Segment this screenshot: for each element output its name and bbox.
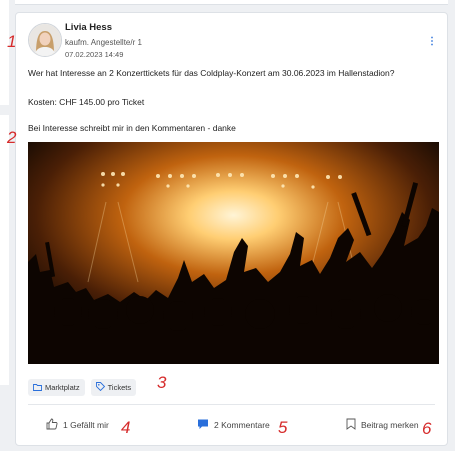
annotation-marker: 6 bbox=[422, 419, 432, 438]
thumbs-up-icon bbox=[46, 418, 58, 432]
tag-tickets[interactable]: Tickets bbox=[90, 379, 137, 396]
annotation-marker: 5 bbox=[278, 418, 288, 437]
post-text-line: Kosten: CHF 145.00 pro Ticket bbox=[28, 97, 145, 107]
avatar[interactable] bbox=[28, 23, 62, 57]
comments-button[interactable]: 2 Kommentare bbox=[197, 418, 270, 432]
bookmark-icon bbox=[346, 418, 356, 432]
like-label: 1 Gefällt mir bbox=[63, 420, 109, 430]
post-card: Livia Hess kaufm. Angestellte/r 1 07.02.… bbox=[15, 12, 448, 446]
post-text-line: Wer hat Interesse an 2 Konzerttickets fü… bbox=[28, 68, 395, 78]
folder-icon bbox=[33, 383, 42, 393]
left-panel-edge bbox=[0, 0, 9, 451]
bookmark-button[interactable]: Beitrag merken bbox=[346, 418, 419, 432]
previous-card-edge bbox=[15, 0, 448, 5]
tag-icon bbox=[95, 382, 105, 393]
tag-marktplatz[interactable]: Marktplatz bbox=[28, 379, 85, 396]
annotation-marker: 1 bbox=[7, 32, 17, 51]
more-vertical-icon[interactable]: ⋮ bbox=[427, 37, 437, 47]
annotation-marker: 2 bbox=[7, 128, 17, 147]
like-button[interactable]: 1 Gefällt mir bbox=[46, 418, 109, 432]
post-image[interactable] bbox=[28, 142, 439, 364]
author-role: kaufm. Angestellte/r 1 bbox=[65, 38, 142, 47]
bookmark-label: Beitrag merken bbox=[361, 420, 419, 430]
tag-label: Tickets bbox=[107, 383, 132, 392]
comment-icon bbox=[197, 418, 209, 432]
author-name[interactable]: Livia Hess bbox=[65, 22, 112, 33]
divider bbox=[28, 404, 435, 405]
tag-label: Marktplatz bbox=[45, 383, 80, 392]
post-text-line: Bei Interesse schreibt mir in den Kommen… bbox=[28, 123, 236, 133]
annotation-marker: 3 bbox=[157, 373, 167, 392]
comments-label: 2 Kommentare bbox=[214, 420, 270, 430]
annotation-marker: 4 bbox=[121, 418, 131, 437]
post-date: 07.02.2023 14:49 bbox=[65, 50, 124, 59]
tag-list: Marktplatz Tickets bbox=[28, 379, 137, 396]
page-bottom-edge bbox=[15, 446, 448, 451]
